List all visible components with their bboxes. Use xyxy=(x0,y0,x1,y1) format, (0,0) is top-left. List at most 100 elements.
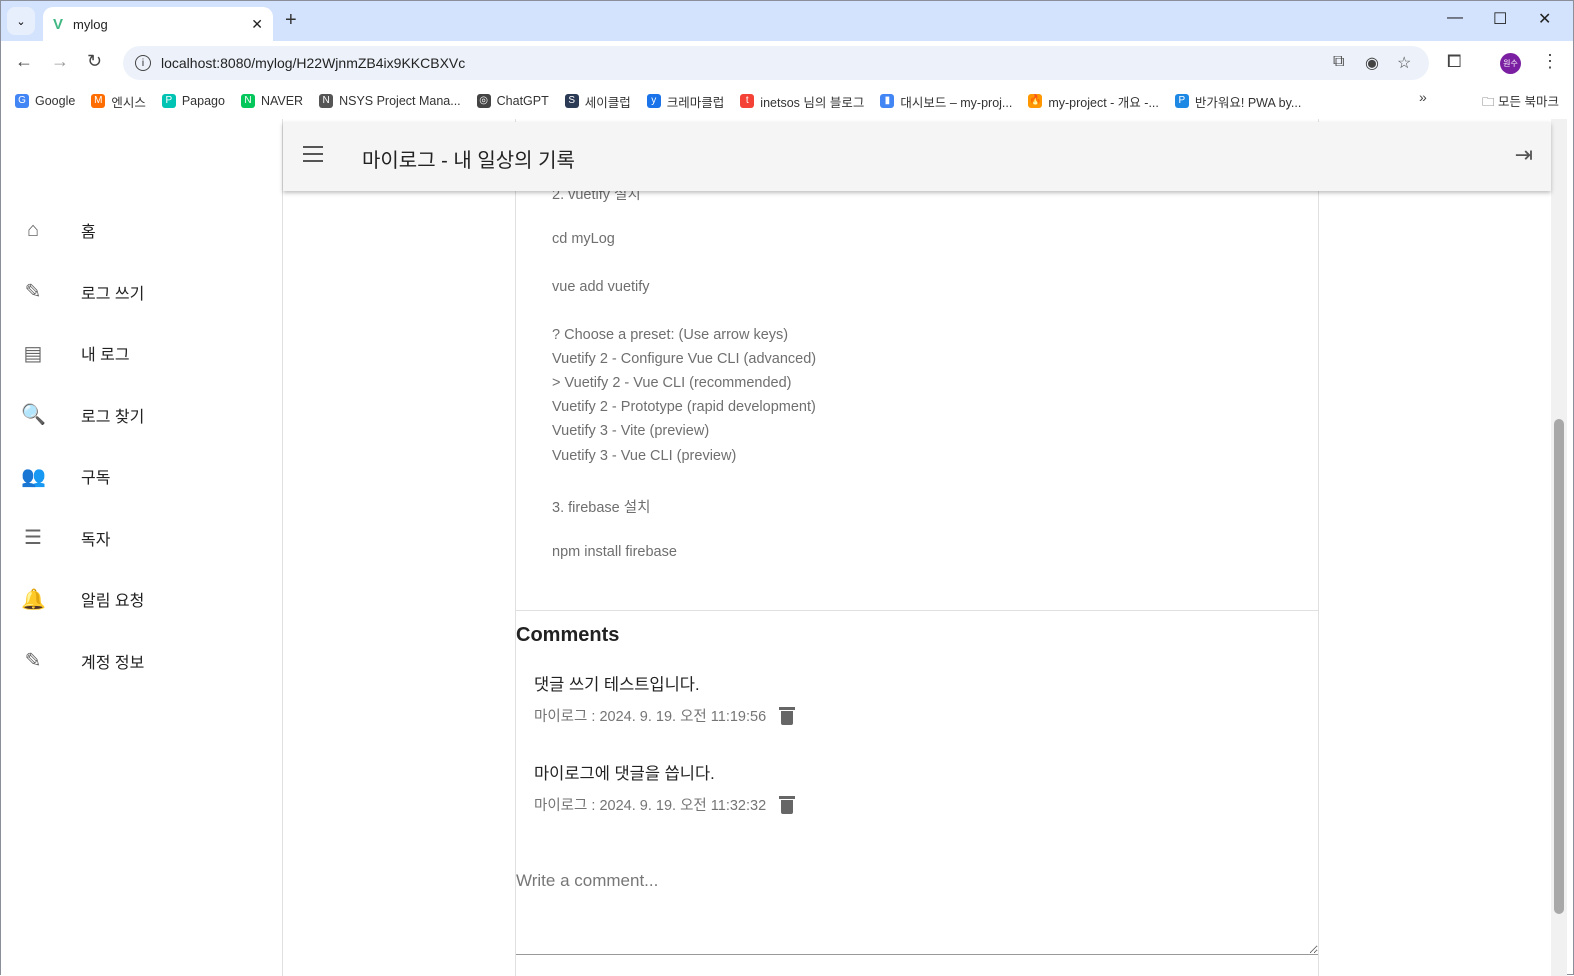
sidebar-item[interactable]: ☰ 독자 xyxy=(1,513,282,563)
bookmark-label: ChatGPT xyxy=(496,94,549,108)
bookmark-item[interactable]: G Google xyxy=(15,94,75,108)
more-bookmarks-icon[interactable]: » xyxy=(1419,89,1427,105)
eye-icon[interactable]: ◉ xyxy=(1365,53,1379,73)
sidebar-item-label: 구독 xyxy=(81,470,111,487)
app-bar: 마이로그 - 내 일상의 기록 ⇥ xyxy=(283,122,1551,191)
open-in-app-icon[interactable]: ⧉ xyxy=(1333,53,1344,71)
sidebar-item[interactable]: 👥 구독 xyxy=(1,451,282,501)
navigation-drawer: ⌂ 홈 ✎ 로그 쓰기 ▤ 내 로그 🔍 로그 찾기 👥 구독 ☰ 독자 🔔 알림 요청 ✎ 계정 정보 xyxy=(1,119,283,976)
forward-button[interactable]: → xyxy=(51,51,69,72)
bookmark-item[interactable]: P Papago xyxy=(161,94,225,108)
menu-icon[interactable] xyxy=(303,146,323,167)
sidebar-item[interactable]: 🔔 알림 요청 xyxy=(1,574,282,624)
bookmark-label: NSYS Project Mana... xyxy=(339,94,461,108)
scrollbar-thumb[interactable] xyxy=(1554,419,1564,914)
sidebar-item[interactable]: ✎ 계정 정보 xyxy=(1,636,282,686)
sidebar-item-label: 로그 쓰기 xyxy=(81,285,145,303)
browser-tab[interactable]: V mylog ✕ xyxy=(43,7,273,41)
comment-input[interactable] xyxy=(516,859,1318,955)
back-button[interactable]: ← xyxy=(15,51,33,72)
bookmark-item[interactable]: N NAVER xyxy=(240,94,303,108)
comment-author-date: 마이로그 : 2024. 9. 19. 오전 11:19:56 xyxy=(534,709,767,725)
bookmark-item[interactable]: M 엔시스 xyxy=(91,92,146,111)
delete-comment-icon[interactable] xyxy=(779,706,796,725)
content-line: npm install firebase xyxy=(552,544,677,560)
bookmark-label: Papago xyxy=(181,94,225,108)
content-line: Vuetify 3 - Vite (preview) xyxy=(552,423,710,439)
bell-icon: 🔔 xyxy=(21,588,46,611)
url-text: localhost:8080/mylog/H22WjnmZB4ix9KKCBXV… xyxy=(161,55,466,71)
bookmark-favicon-icon: ◎ xyxy=(476,94,491,108)
address-bar[interactable]: i localhost:8080/mylog/H22WjnmZB4ix9KKCB… xyxy=(123,46,1429,80)
content-line: vue add vuetify xyxy=(552,279,650,295)
bookmark-favicon-icon: S xyxy=(564,94,579,108)
comment-text: 마이로그에 댓글을 씁니다. xyxy=(534,765,715,783)
bookmark-label: 반가워요! PWA by... xyxy=(1194,95,1302,110)
bookmark-favicon-icon: t xyxy=(740,94,755,108)
sidebar-item[interactable]: ▤ 내 로그 xyxy=(1,328,282,378)
bookmark-item[interactable]: ◎ ChatGPT xyxy=(476,94,549,108)
content-line: Vuetify 2 - Configure Vue CLI (advanced) xyxy=(552,351,817,367)
app-title: 마이로그 - 내 일상의 기록 xyxy=(362,150,575,172)
sidebar-item[interactable]: 🔍 로그 찾기 xyxy=(1,390,282,440)
content-line: 3. firebase 설치 xyxy=(552,500,651,516)
all-bookmarks-label: 모든 북마크 xyxy=(1498,95,1559,109)
bookmark-item[interactable]: 🔥 my-project - 개요 -... xyxy=(1028,92,1159,111)
log-detail-card: 2. vuetify 설치 cd myLog vue add vuetify? Ch… xyxy=(515,119,1319,976)
home-icon: ⌂ xyxy=(26,218,40,241)
site-info-icon[interactable]: i xyxy=(135,55,151,71)
comment-text: 댓글 쓰기 테스트입니다. xyxy=(534,676,700,694)
bookmark-favicon-icon: N xyxy=(240,94,255,108)
bookmark-label: 엔시스 xyxy=(111,95,146,110)
tab-search-button[interactable]: ⌄ xyxy=(7,7,35,35)
bookmark-label: 크레마클럽 xyxy=(666,95,725,110)
tab-strip: ⌄ V mylog ✕ + — ☐ ✕ xyxy=(1,1,1573,41)
sidebar-item-label: 계정 정보 xyxy=(81,654,145,672)
close-tab-icon[interactable]: ✕ xyxy=(251,16,263,33)
bookmark-item[interactable]: t inetsos 님의 블로그 xyxy=(740,92,864,111)
bookmarks-bar: G Google M 엔시스 P Papago N NAVER N NSYS Project Ma… xyxy=(1,85,1573,117)
bookmark-favicon-icon: P xyxy=(1174,94,1189,108)
vue-logo-icon: V xyxy=(53,15,64,33)
delete-comment-icon[interactable] xyxy=(779,795,796,814)
content-line: Vuetify 3 - Vue CLI (preview) xyxy=(552,448,737,464)
bookmark-favicon-icon: G xyxy=(15,94,29,108)
browser-toolbar: ← → ↻ i localhost:8080/mylog/H22WjnmZB4i… xyxy=(1,41,1573,85)
comment-meta: 마이로그 : 2024. 9. 19. 오전 11:19:56 xyxy=(534,705,796,726)
bookmark-favicon-icon: ▮ xyxy=(880,94,895,108)
scrollbar[interactable] xyxy=(1551,119,1567,976)
bookmark-item[interactable]: N NSYS Project Mana... xyxy=(319,94,461,108)
file-search-icon: 🔍 xyxy=(21,404,46,426)
maximize-button[interactable]: ☐ xyxy=(1493,9,1507,29)
account-edit-icon: ✎ xyxy=(24,650,42,672)
logout-icon[interactable]: ⇥ xyxy=(1515,142,1533,168)
bookmark-label: my-project - 개요 -... xyxy=(1048,95,1159,110)
profile-avatar[interactable]: 원수 xyxy=(1500,53,1521,74)
all-bookmarks-folder[interactable]: 🗀 모든 북마크 xyxy=(1482,91,1559,114)
bookmark-item[interactable]: ▮ 대시보드 – my-proj... xyxy=(880,92,1012,111)
bookmark-favicon-icon: M xyxy=(91,94,106,108)
extensions-icon[interactable]: ⧠ xyxy=(1447,51,1461,72)
bookmark-favicon-icon: y xyxy=(646,94,661,108)
bookmark-star-icon[interactable]: ☆ xyxy=(1397,53,1411,73)
bookmark-item[interactable]: S 세이클럽 xyxy=(564,92,631,111)
browser-menu-icon[interactable]: ⋮ xyxy=(1541,51,1559,72)
bookmark-item[interactable]: y 크레마클럽 xyxy=(646,92,725,111)
close-window-button[interactable]: ✕ xyxy=(1538,9,1551,29)
bookmark-item[interactable]: P 반가워요! PWA by... xyxy=(1174,92,1302,111)
content-line: Vuetify 2 - Prototype (rapid development… xyxy=(552,399,816,415)
reload-button[interactable]: ↻ xyxy=(87,51,102,72)
sidebar-item-label: 홈 xyxy=(81,224,96,241)
bookmark-label: 대시보드 – my-proj... xyxy=(900,95,1013,110)
comments-heading: Comments xyxy=(516,624,620,646)
account-details-icon: ☰ xyxy=(24,527,42,549)
new-tab-button[interactable]: + xyxy=(285,9,297,32)
divider xyxy=(516,610,1318,611)
sidebar-item[interactable]: ⌂ 홈 xyxy=(1,205,282,255)
web-page: ⌂ 홈 ✎ 로그 쓰기 ▤ 내 로그 🔍 로그 찾기 👥 구독 ☰ 독자 🔔 알림 요청 ✎ 계정 정보 마이… xyxy=(1,119,1567,976)
bookmark-label: Google xyxy=(35,94,76,108)
bookmark-favicon-icon: N xyxy=(319,94,334,108)
minimize-button[interactable]: — xyxy=(1447,9,1463,27)
sidebar-item-label: 내 로그 xyxy=(81,347,130,364)
sidebar-item[interactable]: ✎ 로그 쓰기 xyxy=(1,267,282,317)
